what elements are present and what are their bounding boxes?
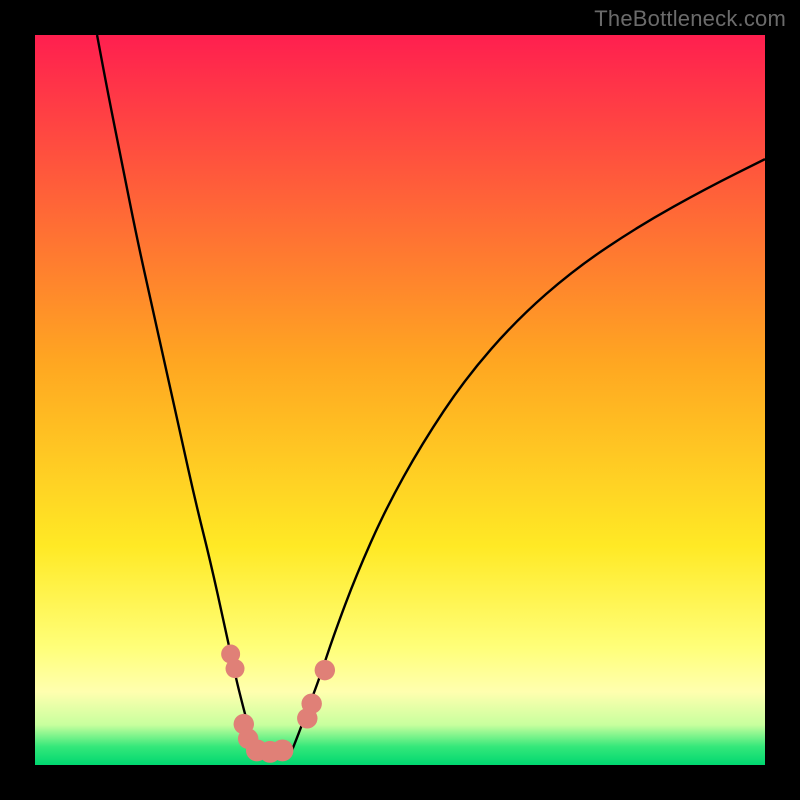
bead-marker xyxy=(315,660,335,680)
outer-frame: TheBottleneck.com xyxy=(0,0,800,800)
bottleneck-chart xyxy=(35,35,765,765)
bead-marker xyxy=(272,739,294,761)
bead-marker xyxy=(301,693,321,713)
watermark-text: TheBottleneck.com xyxy=(594,6,786,32)
gradient-background xyxy=(35,35,765,765)
bead-marker xyxy=(226,659,245,678)
plot-container xyxy=(35,35,765,765)
